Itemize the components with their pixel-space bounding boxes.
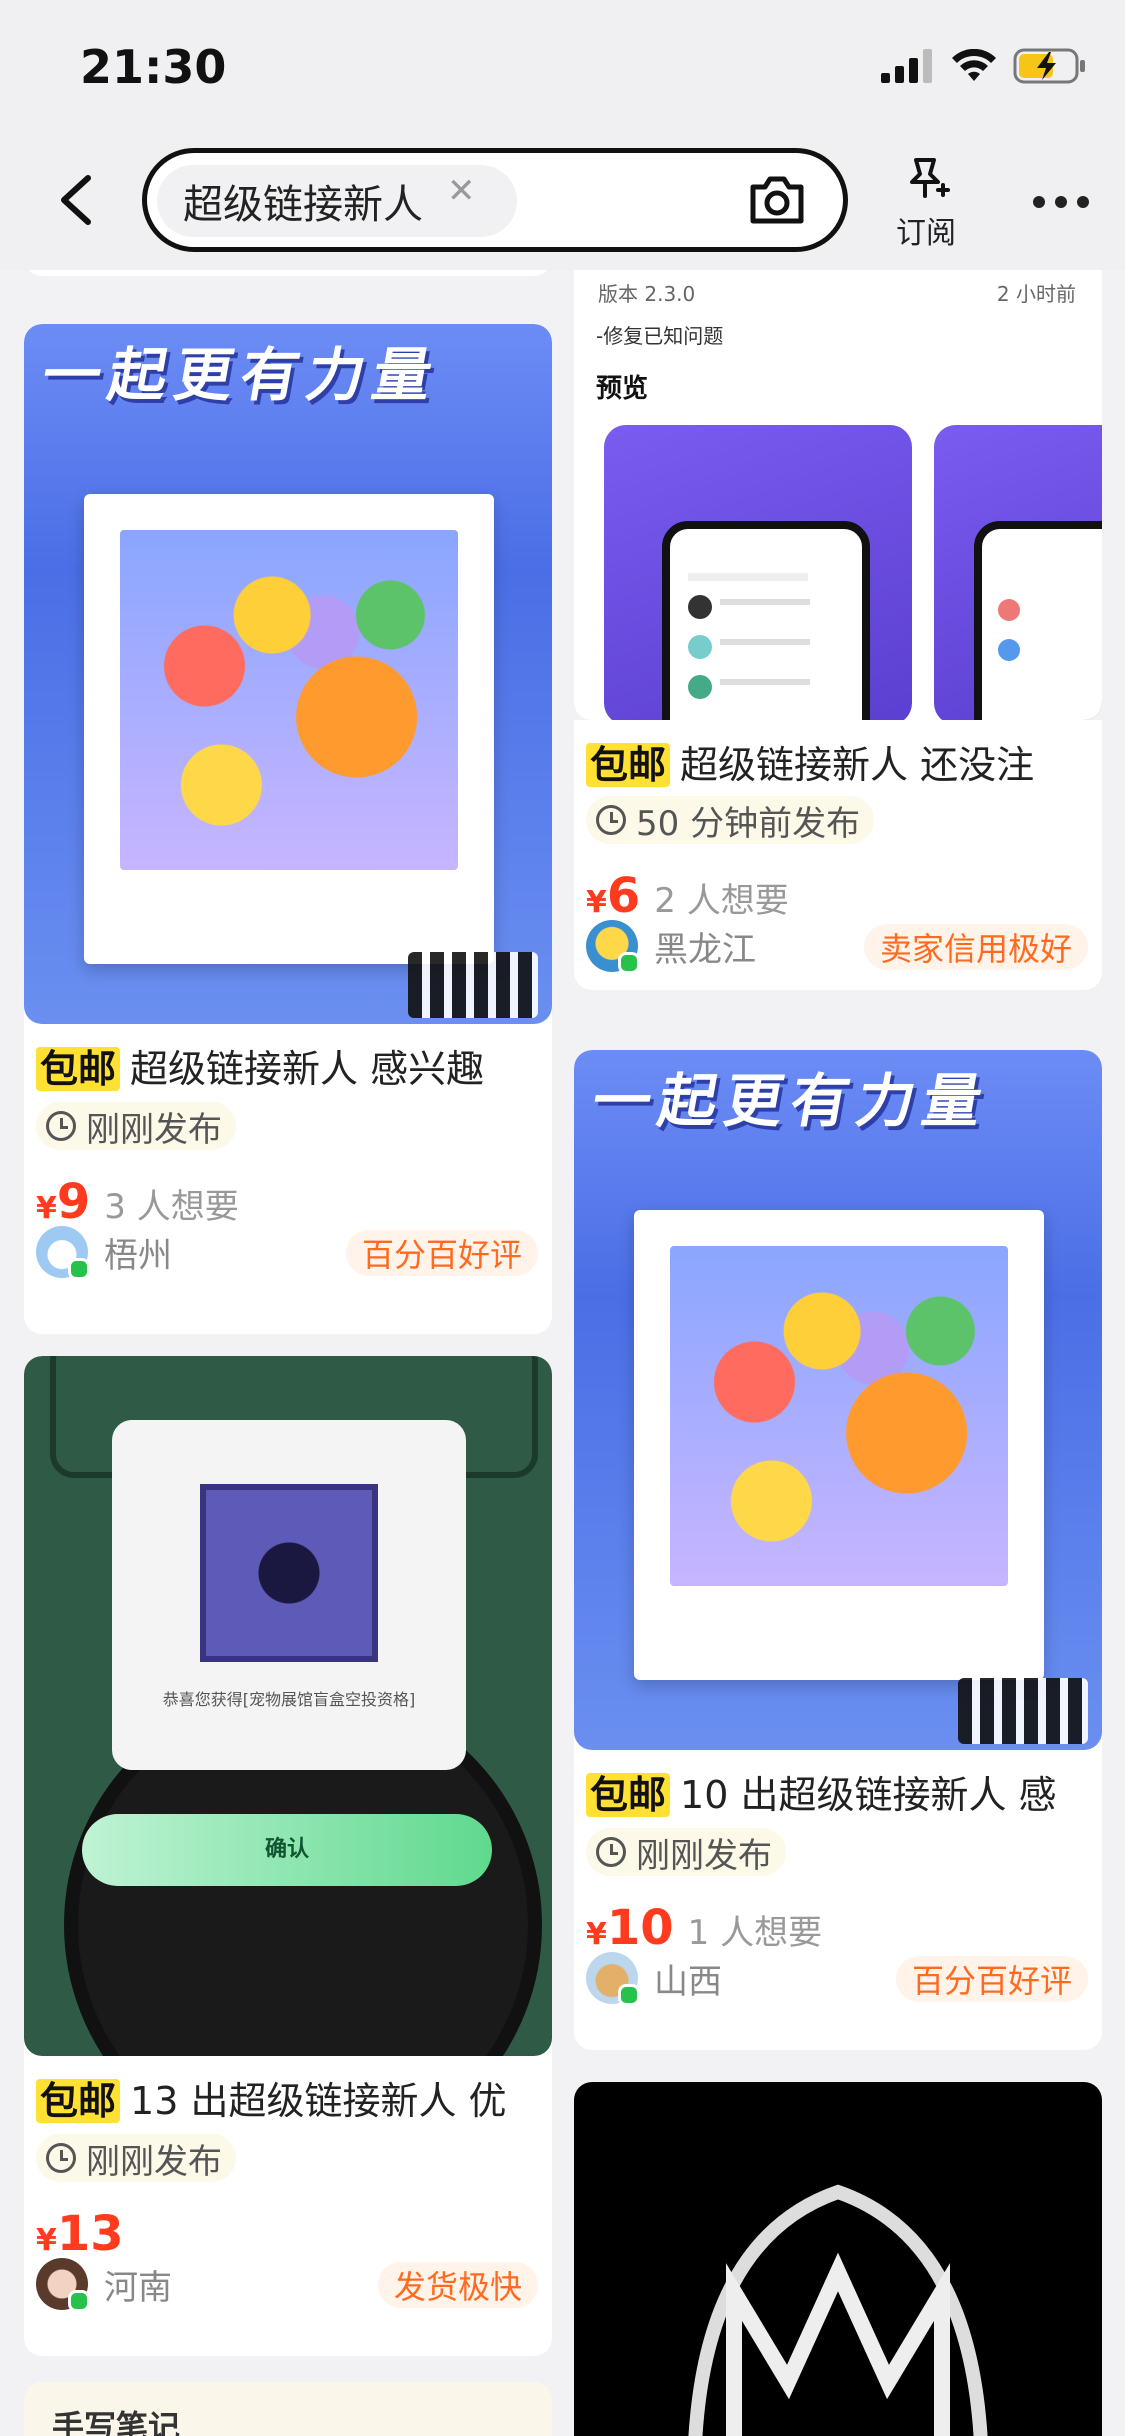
card-4-price: ¥10 1 人想要 — [586, 1900, 823, 1956]
photo-frame — [634, 1210, 1044, 1680]
clock-icon — [46, 1111, 76, 1141]
card-4-title-line: 包邮 10 出超级链接新人 感 — [586, 1764, 1096, 1819]
product-card-4[interactable]: 一起更有力量 包邮 10 出超级链接新人 感 刚刚发布 ¥10 1 人想要 山西 百… — [574, 1050, 1102, 2050]
card-2-seller[interactable]: 黑龙江 — [586, 920, 756, 974]
confirm-button: 确认 — [82, 1814, 492, 1886]
clear-query-icon[interactable]: ✕ — [447, 171, 476, 211]
free-shipping-badge: 包邮 — [586, 743, 671, 787]
clock-icon — [596, 1837, 626, 1867]
seller-tag: 发货极快 — [377, 2262, 538, 2308]
version-ago: 2 小时前 — [996, 282, 1076, 306]
partial-card-top-left[interactable] — [24, 270, 552, 276]
card-3-image: 恭喜您获得[宠物展馆盲盒空投资格] 确认 — [24, 1356, 552, 2056]
preview-heading: 预览 — [596, 374, 649, 404]
subscribe-label: 订阅 — [896, 216, 956, 251]
clock-icon — [596, 805, 626, 835]
emblem-logo — [688, 2184, 988, 2436]
qr-code — [408, 952, 538, 1018]
signal-icon — [881, 49, 932, 83]
seller-location: 梧州 — [104, 1235, 172, 1276]
photo-frame — [84, 494, 494, 964]
status-bar: 21:30 — [0, 0, 1125, 140]
product-card-6-partial[interactable]: 手写笔记 — [24, 2382, 552, 2436]
card-3-title-line: 包邮 13 出超级链接新人 优 — [36, 2070, 546, 2125]
app-preview-screens — [604, 425, 1102, 720]
card-4-image: 一起更有力量 — [574, 1050, 1102, 1750]
seller-location: 黑龙江 — [654, 929, 756, 970]
card-3-seller[interactable]: 河南 — [36, 2258, 172, 2312]
product-card-1[interactable]: 一起更有力量 包邮 超级链接新人 感兴趣 刚刚发布 ¥9 3 人想要 梧州 百分百好… — [24, 324, 552, 1334]
qr-code — [958, 1678, 1088, 1744]
clock-icon — [46, 2143, 76, 2173]
card-1-price: ¥9 3 人想要 — [36, 1174, 239, 1230]
free-shipping-badge: 包邮 — [586, 1773, 671, 1817]
changelog-note: -修复已知问题 — [596, 324, 724, 348]
card-1-image: 一起更有力量 — [24, 324, 552, 1024]
card-1-title-line: 包邮 超级链接新人 感兴趣 — [36, 1038, 546, 1093]
results-feed[interactable]: 版本 2.3.0 2 小时前 -修复已知问题 预览 包邮 超级链接新人 还没注 … — [0, 270, 1125, 2436]
product-card-3[interactable]: 恭喜您获得[宠物展馆盲盒空投资格] 确认 包邮 13 出超级链接新人 优 刚刚发布… — [24, 1356, 552, 2356]
card-1-posted: 刚刚发布 — [36, 1102, 236, 1150]
card-4-posted: 刚刚发布 — [586, 1828, 786, 1876]
prize-popup: 恭喜您获得[宠物展馆盲盒空投资格] — [112, 1420, 466, 1770]
camera-icon[interactable] — [747, 173, 807, 227]
poster-headline: 一起更有力量 — [587, 1067, 996, 1135]
card-3-price: ¥13 — [36, 2206, 124, 2262]
card-3-posted: 刚刚发布 — [36, 2134, 236, 2182]
partial-card-top-right[interactable]: 版本 2.3.0 2 小时前 -修复已知问题 预览 — [574, 270, 1102, 720]
card-4-title: 10 出超级链接新人 感 — [680, 1773, 1057, 1817]
poster-headline: 一起更有力量 — [37, 341, 446, 409]
card-2-price: ¥6 2 人想要 — [586, 868, 789, 924]
version-text: 版本 2.3.0 — [598, 282, 696, 306]
subscribe-button[interactable]: 订阅 — [890, 156, 962, 252]
free-shipping-badge: 包邮 — [36, 2079, 121, 2123]
online-indicator — [68, 2290, 90, 2312]
card-6-label: 手写笔记 — [52, 2408, 181, 2436]
wifi-icon — [952, 49, 996, 81]
card-2-title-line: 包邮 超级链接新人 还没注 — [586, 734, 1096, 789]
more-options-icon[interactable] — [1033, 196, 1089, 208]
online-indicator — [618, 1984, 640, 2006]
card-2-posted: 50 分钟前发布 — [586, 796, 875, 844]
card-1-title: 超级链接新人 感兴趣 — [130, 1047, 485, 1091]
card-1-seller[interactable]: 梧州 — [36, 1226, 172, 1280]
product-card-5-partial[interactable] — [574, 2082, 1102, 2436]
back-arrow-icon[interactable] — [48, 170, 108, 230]
card-3-title: 13 出超级链接新人 优 — [130, 2079, 507, 2123]
battery-charging-icon — [1013, 48, 1085, 84]
seller-location: 河南 — [104, 2267, 172, 2308]
search-query-text: 超级链接新人 — [183, 182, 423, 228]
prize-message: 恭喜您获得[宠物展馆盲盒空投资格] — [162, 1690, 416, 1709]
status-time: 21:30 — [80, 40, 227, 94]
card-4-seller[interactable]: 山西 — [586, 1952, 722, 2006]
status-icons — [881, 46, 1087, 86]
online-indicator — [68, 1258, 90, 1280]
online-indicator — [618, 952, 640, 974]
seller-avatar — [36, 2258, 90, 2312]
seller-tag: 百分百好评 — [895, 1956, 1088, 2002]
card-2-title: 超级链接新人 还没注 — [680, 743, 1035, 787]
seller-tag: 卖家信用极好 — [863, 924, 1088, 970]
seller-avatar — [586, 920, 640, 974]
prize-image — [200, 1484, 378, 1662]
seller-avatar — [36, 1226, 90, 1280]
pin-plus-icon — [910, 158, 950, 198]
seller-tag: 百分百好评 — [345, 1230, 538, 1276]
seller-avatar — [586, 1952, 640, 2006]
search-header: 超级链接新人 ✕ 订阅 — [0, 140, 1125, 270]
search-box[interactable]: 超级链接新人 ✕ — [142, 148, 848, 252]
free-shipping-badge: 包邮 — [36, 1047, 121, 1091]
card-2-info[interactable]: 包邮 超级链接新人 还没注 50 分钟前发布 ¥6 2 人想要 黑龙江 卖家信用极好 — [574, 720, 1102, 990]
seller-location: 山西 — [654, 1961, 722, 2002]
